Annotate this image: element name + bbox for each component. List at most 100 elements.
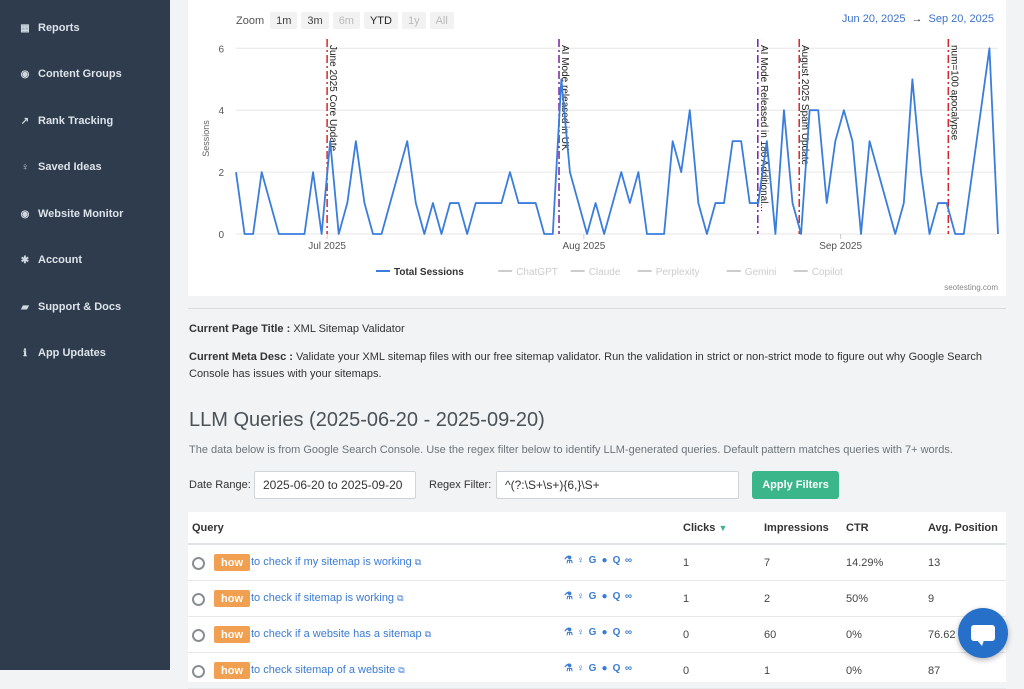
link-icon[interactable]: ∞: [624, 555, 633, 566]
y-tick-label: 4: [218, 106, 224, 117]
google-icon[interactable]: G: [588, 555, 597, 566]
sidebar-item-content-groups[interactable]: ◉ Content Groups: [18, 63, 122, 85]
sidebar-item-reports[interactable]: ▦ Reports: [18, 17, 79, 39]
header-query[interactable]: Query: [192, 522, 224, 534]
legend-item[interactable]: Total Sessions: [394, 267, 464, 278]
sidebar-item-account[interactable]: ✱ Account: [18, 249, 82, 271]
lightbulb-icon[interactable]: ♀: [576, 627, 585, 638]
date-from[interactable]: Jun 20, 2025: [842, 13, 906, 25]
external-link-icon[interactable]: ⧉: [397, 593, 403, 603]
zoom-3m-button[interactable]: 3m: [301, 12, 329, 29]
query-text: to check sitemap of a website: [251, 664, 396, 676]
lightbulb-icon[interactable]: ♀: [576, 591, 585, 602]
query-tools: ⚗ ♀ G ● Q ∞: [564, 663, 633, 674]
flask-icon[interactable]: ⚗: [564, 663, 573, 674]
query-link[interactable]: to check if my sitemap is working ⧉: [251, 556, 421, 568]
link-icon[interactable]: ∞: [624, 591, 633, 602]
query-link[interactable]: to check sitemap of a website ⧉: [251, 664, 405, 676]
header-impressions[interactable]: Impressions: [764, 522, 829, 534]
ctr-cell: 50%: [846, 593, 869, 605]
impressions-cell: 2: [764, 593, 771, 605]
apply-filters-button[interactable]: Apply Filters: [752, 471, 839, 499]
main-content: 0 2 4 6 Sessions Jul 2025 Aug 2025 Sep 2025 June…: [170, 0, 1024, 689]
lightbulb-icon[interactable]: ♀: [576, 663, 585, 674]
google-icon[interactable]: G: [588, 591, 597, 602]
position-cell: 13: [928, 557, 941, 569]
zoom-ytd-button[interactable]: YTD: [363, 12, 398, 29]
chatgpt-icon[interactable]: ●: [600, 591, 609, 602]
link-icon[interactable]: ∞: [624, 663, 633, 674]
flask-icon[interactable]: ⚗: [564, 627, 573, 638]
date-range-input[interactable]: 2025-06-20 to 2025-09-20: [254, 471, 416, 499]
flask-icon[interactable]: ⚗: [564, 555, 573, 566]
llm-queries-description: The data below is from Google Search Con…: [189, 444, 953, 456]
book-icon: ▰: [21, 301, 29, 313]
clicks-cell: 0: [683, 665, 690, 677]
external-link-icon[interactable]: ⧉: [425, 629, 431, 639]
query-text: to check if a website has a sitemap: [251, 628, 422, 640]
external-link-icon[interactable]: ⧉: [415, 557, 421, 567]
query-link[interactable]: to check if a website has a sitemap ⧉: [251, 628, 431, 640]
sidebar-item-label: Website Monitor: [38, 208, 124, 220]
divider: [188, 308, 1006, 309]
zoom-1m-button[interactable]: 1m: [270, 12, 298, 29]
current-meta-desc: Current Meta Desc : Validate your XML si…: [189, 349, 989, 383]
sidebar-item-saved-ideas[interactable]: ♀ Saved Ideas: [18, 156, 102, 178]
sort-desc-icon: ▼: [718, 523, 728, 533]
ctr-cell: 0%: [846, 665, 862, 677]
google-icon[interactable]: G: [588, 627, 597, 638]
chart-credit[interactable]: seotesting.com: [944, 283, 998, 292]
x-tick-label: Aug 2025: [562, 241, 605, 252]
query-link[interactable]: to check if sitemap is working ⧉: [251, 592, 404, 604]
chatgpt-icon[interactable]: ●: [600, 555, 609, 566]
regex-filter-input[interactable]: ^(?:\S+\s+){6,}\S+: [496, 471, 739, 499]
sidebar-item-website-monitor[interactable]: ◉ Website Monitor: [18, 203, 124, 225]
header-clicks-label: Clicks: [683, 522, 716, 534]
sidebar-item-app-updates[interactable]: ℹ App Updates: [18, 342, 106, 364]
x-tick-label: Sep 2025: [819, 241, 862, 252]
search-icon[interactable]: Q: [612, 663, 621, 674]
flask-icon[interactable]: ⚗: [564, 591, 573, 602]
chatgpt-icon[interactable]: ●: [600, 663, 609, 674]
date-to[interactable]: Sep 20, 2025: [929, 13, 994, 25]
sidebar-item-label: Saved Ideas: [38, 161, 102, 173]
zoom-1y-button[interactable]: 1y: [401, 12, 426, 29]
ctr-cell: 14.29%: [846, 557, 884, 569]
impressions-cell: 60: [764, 629, 777, 641]
sidebar-item-label: Account: [38, 254, 82, 266]
legend-item[interactable]: Copilot: [812, 267, 843, 278]
search-icon[interactable]: Q: [612, 627, 621, 638]
sidebar-item-support-docs[interactable]: ▰ Support & Docs: [18, 296, 121, 318]
table-icon: ▦: [20, 22, 30, 34]
zoom-all-button[interactable]: All: [429, 12, 454, 29]
google-icon[interactable]: G: [588, 663, 597, 674]
position-cell: 76.62: [928, 629, 956, 641]
header-ctr[interactable]: CTR: [846, 522, 869, 534]
lightbulb-icon[interactable]: ♀: [576, 555, 585, 566]
header-clicks[interactable]: Clicks ▼: [683, 522, 727, 534]
legend-item[interactable]: Perplexity: [656, 267, 700, 278]
query-text: to check if my sitemap is working: [251, 556, 412, 568]
search-icon[interactable]: Q: [612, 555, 621, 566]
link-icon[interactable]: ∞: [624, 627, 633, 638]
gamepad-icon: ◉: [20, 68, 30, 80]
external-link-icon[interactable]: ⧉: [398, 665, 404, 675]
legend-item[interactable]: Gemini: [745, 267, 777, 278]
legend-item[interactable]: ChatGPT: [516, 267, 558, 278]
annotation-label: June 2025 Core Update: [327, 45, 338, 152]
zoom-6m-button[interactable]: 6m: [332, 12, 360, 29]
table-row: how to check sitemap of a website ⧉ ⚗ ♀ G ● Q ∞ 0…: [188, 653, 1006, 689]
query-tools: ⚗ ♀ G ● Q ∞: [564, 591, 633, 602]
annotation-label: AI Mode Released in 180 Additional...: [758, 45, 769, 212]
date-range-label: Date Range:: [189, 479, 251, 491]
regex-filter-label: Regex Filter:: [429, 479, 492, 491]
sidebar-item-rank-tracking[interactable]: ↗ Rank Tracking: [18, 110, 113, 132]
annotation-label: August 2025 Spam Update: [799, 45, 810, 166]
chatgpt-icon[interactable]: ●: [600, 627, 609, 638]
chat-support-button[interactable]: [958, 608, 1008, 658]
legend-item[interactable]: Claude: [589, 267, 621, 278]
header-avg-position[interactable]: Avg. Position: [928, 522, 998, 534]
clicks-cell: 1: [683, 557, 690, 569]
sidebar-item-label: Content Groups: [38, 68, 122, 80]
search-icon[interactable]: Q: [612, 591, 621, 602]
